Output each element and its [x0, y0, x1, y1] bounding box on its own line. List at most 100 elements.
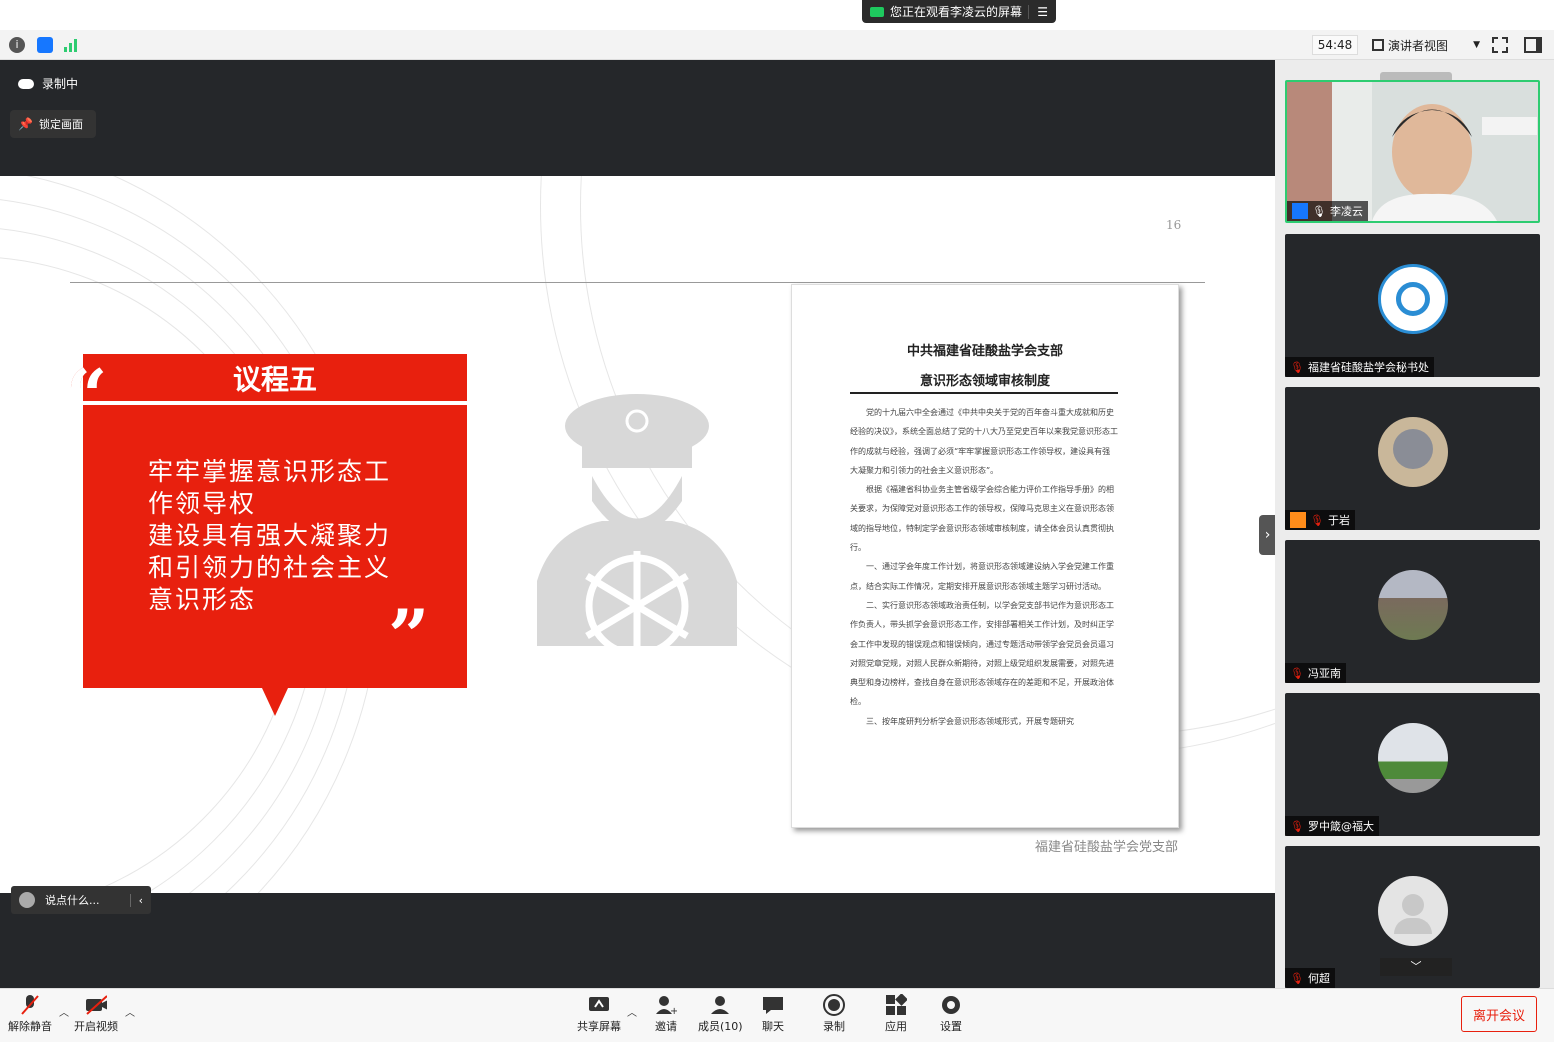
document-paragraph: 一、通过学会年度工作计划，将意识形态领域建设纳入学会党建工作重点，结合实际工作情… [850, 562, 1114, 591]
participant-tile[interactable]: 🎙 冯亚南 [1285, 540, 1540, 683]
participant-name-tag: 🎙 于岩 [1285, 510, 1355, 530]
members-label: 成员(10) [698, 1020, 743, 1033]
recording-indicator: 录制中 [18, 75, 78, 92]
scroll-down-icon[interactable]: ﹀ [1380, 958, 1452, 976]
participant-name: 冯亚南 [1307, 667, 1341, 680]
society-logo-icon [1396, 282, 1430, 316]
avatar [1378, 264, 1448, 334]
document-page: 中共福建省硅酸盐学会支部 意识形态领域审核制度 党的十九届六中全会通过《中共中央… [791, 284, 1179, 828]
mic-icon: 🎙 [1312, 204, 1326, 218]
participant-tile[interactable]: 🎙 于岩 [1285, 387, 1540, 530]
avatar [1378, 570, 1448, 640]
info-icon[interactable]: i [9, 37, 25, 53]
document-paragraph: 三、按年度研判分析学会意识形态领域形式，开展专题研究 [866, 716, 1074, 726]
agenda-line: 牢牢掌握意识形态工 [148, 457, 392, 486]
share-screen-button[interactable]: 共享屏幕 [577, 994, 621, 1034]
start-video-button[interactable]: 开启视频 [74, 994, 118, 1034]
document-paragraph: 党的十九届六中全会通过《中共中央关于党的百年奋斗重大成就和历史经验的决议》，系统… [850, 408, 1118, 475]
unmute-button[interactable]: 解除静音 [8, 994, 52, 1034]
quote-open-icon: “ [66, 353, 108, 438]
participant-name: 福建省硅酸盐学会秘书处 [1307, 361, 1429, 374]
view-mode-dropdown[interactable]: 演讲者视图 ▼ [1372, 35, 1480, 55]
emoji-icon[interactable] [19, 892, 35, 908]
leave-meeting-button[interactable]: 离开会议 [1461, 996, 1537, 1032]
host-icon [1292, 203, 1308, 219]
chat-button[interactable]: 聊天 [762, 994, 784, 1034]
layout-icon [1372, 39, 1384, 51]
agenda-line: 作领导权 [148, 489, 257, 518]
record-label: 录制 [823, 1020, 845, 1033]
apps-button[interactable]: 应用 [885, 994, 907, 1034]
avatar [1378, 723, 1448, 793]
apps-icon [885, 994, 907, 1016]
participant-name-tag: 🎙 李凌云 [1287, 201, 1368, 221]
avatar [1378, 417, 1448, 487]
members-button[interactable]: 成员(10) [698, 994, 743, 1034]
camera-off-icon [85, 994, 107, 1016]
gear-icon [940, 994, 962, 1016]
invite-label: 邀请 [655, 1020, 677, 1033]
participant-name: 李凌云 [1329, 205, 1363, 218]
cloud-icon [18, 78, 34, 89]
mic-muted-icon: 🎙 [1290, 360, 1304, 374]
default-user-icon [1402, 894, 1424, 916]
document-paragraph: 根据《福建省科协业务主管省级学会综合能力评价工作指导手册》的相关要求，为保障党对… [850, 485, 1114, 553]
participant-name: 于岩 [1327, 514, 1350, 527]
chat-icon [762, 994, 784, 1016]
collapse-sidebar-button[interactable]: › [1259, 515, 1276, 555]
chevron-up-icon[interactable]: ︿ [125, 1004, 135, 1019]
fullscreen-icon[interactable] [1492, 37, 1508, 53]
participant-name: 罗中箴@福大 [1307, 820, 1374, 833]
cartoon-avatar-icon [1393, 429, 1433, 469]
participant-tile[interactable]: 🎙 李凌云 [1285, 80, 1540, 223]
share-screen-icon [588, 994, 610, 1016]
agenda-body: 牢牢掌握意识形态工 作领导权 建设具有强大凝聚力 和引领力的社会主义 意识形态 [148, 456, 418, 616]
participant-name-tag: 🎙 冯亚南 [1285, 663, 1346, 683]
document-title-rule [850, 392, 1118, 394]
sidebar-toggle-icon[interactable] [1524, 37, 1542, 53]
chevron-down-icon: ▼ [1473, 40, 1480, 50]
participant-name-tag: 🎙 何超 [1285, 968, 1335, 988]
participant-tile[interactable]: 🎙 福建省硅酸盐学会秘书处 [1285, 234, 1540, 377]
presentation-slide: 16 议程五 “ 牢牢掌握意识形态工 作领导权 建设具有强大凝聚力 和引领力的社… [0, 176, 1275, 893]
record-button[interactable]: 录制 [823, 994, 845, 1034]
invite-button[interactable]: + 邀请 [655, 994, 677, 1034]
chat-label: 聊天 [762, 1020, 784, 1033]
agenda-line: 意识形态 [148, 585, 257, 614]
captain-silhouette-icon [537, 394, 737, 646]
members-icon [709, 994, 731, 1016]
agenda-line: 和引领力的社会主义 [148, 553, 392, 582]
share-screen-label: 共享屏幕 [577, 1020, 621, 1033]
meeting-timer: 54:48 [1312, 35, 1358, 55]
mic-muted-icon: 🎙 [1290, 819, 1304, 833]
quote-close-icon: ” [388, 593, 430, 678]
participant-tile[interactable]: 🎙 罗中箴@福大 [1285, 693, 1540, 836]
camera-icon [870, 6, 884, 17]
agenda-line: 建设具有强大凝聚力 [148, 521, 392, 550]
document-paragraph: 二、实行意识形态领域政治责任制，以学会党支部书记作为意识形态工作负责人，带头抓学… [850, 600, 1114, 707]
screen-share-banner: 您正在观看李凌云的屏幕 ☰ [862, 0, 1056, 23]
unmute-label: 解除静音 [8, 1020, 52, 1033]
lock-view-label: 锁定画面 [38, 118, 83, 131]
chat-quick-input[interactable]: 说点什么... ‹ [11, 886, 151, 914]
mic-muted-icon: 🎙 [1310, 513, 1324, 527]
mic-muted-icon: 🎙 [1290, 666, 1304, 680]
shield-icon[interactable] [37, 37, 53, 53]
pin-icon: 📌 [18, 117, 33, 131]
settings-button[interactable]: 设置 [940, 994, 962, 1034]
document-title-line1: 中共福建省硅酸盐学会支部 [906, 344, 1063, 359]
chat-placeholder: 说点什么... [45, 894, 100, 907]
lock-view-button[interactable]: 📌 锁定画面 [10, 110, 96, 138]
chevron-left-icon[interactable]: ‹ [129, 893, 151, 907]
menu-icon[interactable]: ☰ [1028, 4, 1048, 19]
chevron-up-icon[interactable]: ︿ [627, 1004, 637, 1019]
apps-label: 应用 [885, 1020, 907, 1033]
recording-label: 录制中 [42, 77, 79, 91]
chevron-up-icon[interactable]: ︿ [59, 1004, 69, 1019]
slide-page-number: 16 [1166, 218, 1182, 232]
signal-icon[interactable] [64, 38, 80, 52]
agenda-title: 议程五 [83, 354, 467, 405]
avatar [1378, 876, 1448, 946]
start-video-label: 开启视频 [74, 1020, 118, 1033]
document-title-line2: 意识形态领域审核制度 [919, 374, 1050, 389]
